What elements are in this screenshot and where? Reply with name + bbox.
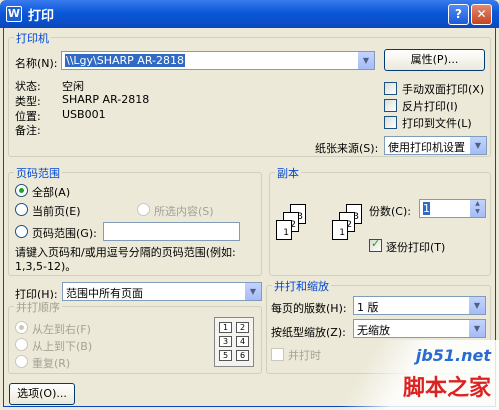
collate-page-icon: 1 <box>276 220 292 240</box>
order-cell: 6 <box>236 350 249 361</box>
range-pages-label[interactable]: 页码范围(G): <box>32 225 97 241</box>
print-to-file-checkbox[interactable] <box>384 116 397 129</box>
order-preview: 1 2 3 4 5 6 <box>214 317 254 367</box>
range-selection-label[interactable]: 所选内容(S) <box>154 203 214 219</box>
status-label: 状态: <box>15 80 41 93</box>
type-value: SHARP AR-2818 <box>62 93 150 106</box>
order-cell: 5 <box>219 350 232 361</box>
range-current-label[interactable]: 当前页(E) <box>32 203 81 219</box>
scale-value: 无缩放 <box>357 324 390 337</box>
chevron-down-icon: ▼ <box>468 297 485 314</box>
copies-spinner[interactable]: 1 ▲ ▼ <box>419 199 486 218</box>
order-cell: 1 <box>219 322 232 333</box>
order-cell: 4 <box>236 336 249 347</box>
order-cell: 3 <box>219 336 232 347</box>
pages-per-sheet-value: 1 版 <box>357 301 379 314</box>
print-to-file-label[interactable]: 打印到文件(L) <box>402 115 472 131</box>
chevron-down-icon: ▼ <box>357 52 374 69</box>
printer-name-select[interactable]: \\Lgy\SHARP AR-2818 ▼ <box>61 51 375 70</box>
comment-label: 备注: <box>15 124 41 137</box>
location-value: USB001 <box>62 108 106 121</box>
paper-source-value: 使用打印机设置 <box>388 141 465 154</box>
print-what-value: 范围中所有页面 <box>66 287 143 300</box>
copies-label: 份数(C): <box>369 205 411 218</box>
order-ltr-label[interactable]: 从左到右(F) <box>32 321 91 337</box>
status-value: 空闲 <box>62 80 84 93</box>
properties-button[interactable]: 属性(P)... <box>384 49 485 71</box>
watermark: jb51.net 脚本之家 <box>339 340 499 410</box>
window-title: 打印 <box>28 9 55 24</box>
range-current-radio[interactable] <box>15 203 28 216</box>
manual-duplex-label[interactable]: 手动双面打印(X) <box>402 81 484 97</box>
scale-label: 按纸型缩放(Z): <box>271 326 346 339</box>
spin-arrows-icon[interactable]: ▲ ▼ <box>470 200 485 217</box>
scale-select[interactable]: 无缩放 ▼ <box>353 319 486 338</box>
help-button[interactable]: ? <box>448 4 469 25</box>
page-range-group-label: 页码范围 <box>14 165 62 181</box>
range-hint-line2: 1,3,5-12)。 <box>15 260 77 273</box>
pages-per-sheet-label: 每页的版数(H): <box>271 302 347 315</box>
range-selection-radio[interactable] <box>137 203 150 216</box>
paper-source-label: 纸张来源(S): <box>315 142 379 155</box>
chevron-down-icon: ▼ <box>244 283 261 300</box>
page-range-input[interactable] <box>103 222 240 241</box>
chevron-down-icon: ▼ <box>468 320 485 337</box>
copies-group <box>269 172 491 276</box>
order-ltr-radio[interactable] <box>15 321 28 334</box>
options-button[interactable]: 选项(O)... <box>9 383 75 405</box>
zoom-group-label: 并打和缩放 <box>272 278 331 294</box>
order-ttb-label[interactable]: 从上到下(B) <box>32 338 92 354</box>
type-label: 类型: <box>15 95 41 108</box>
title-bar <box>0 0 499 28</box>
reverse-print-checkbox[interactable] <box>384 99 397 112</box>
close-button[interactable]: ✕ <box>471 4 492 25</box>
zoom-print-checkbox[interactable] <box>271 348 284 361</box>
printer-group-label: 打印机 <box>14 30 51 46</box>
print-what-select[interactable]: 范围中所有页面 ▼ <box>62 282 262 301</box>
manual-duplex-checkbox[interactable] <box>384 82 397 95</box>
chevron-down-icon: ▼ <box>469 137 486 154</box>
collate-label[interactable]: 逐份打印(T) <box>386 239 445 255</box>
collate-page-icon: 1 <box>332 220 348 240</box>
reverse-print-label[interactable]: 反片打印(I) <box>402 98 458 114</box>
watermark-text-2: 脚本之家 <box>402 376 491 401</box>
copies-value: 1 <box>423 202 430 215</box>
range-pages-radio[interactable] <box>15 225 28 238</box>
order-group-label: 并打顺序 <box>14 299 62 315</box>
range-all-radio[interactable] <box>15 184 28 197</box>
order-repeat-label[interactable]: 重复(R) <box>32 355 70 371</box>
order-ttb-radio[interactable] <box>15 338 28 351</box>
collate-checkbox[interactable]: ✓ <box>369 237 382 252</box>
order-repeat-radio[interactable] <box>15 355 28 368</box>
pages-per-sheet-select[interactable]: 1 版 ▼ <box>353 296 486 315</box>
printer-name-label: 名称(N): <box>15 57 58 70</box>
app-icon: W <box>6 6 22 22</box>
watermark-text-1: jb51.net <box>415 346 491 365</box>
range-all-label[interactable]: 全部(A) <box>32 184 70 200</box>
printer-name-value: \\Lgy\SHARP AR-2818 <box>65 54 185 67</box>
copies-group-label: 副本 <box>275 165 301 181</box>
zoom-print-label[interactable]: 并打时 <box>288 347 321 363</box>
order-cell: 2 <box>236 322 249 333</box>
paper-source-select[interactable]: 使用打印机设置 ▼ <box>384 136 487 155</box>
